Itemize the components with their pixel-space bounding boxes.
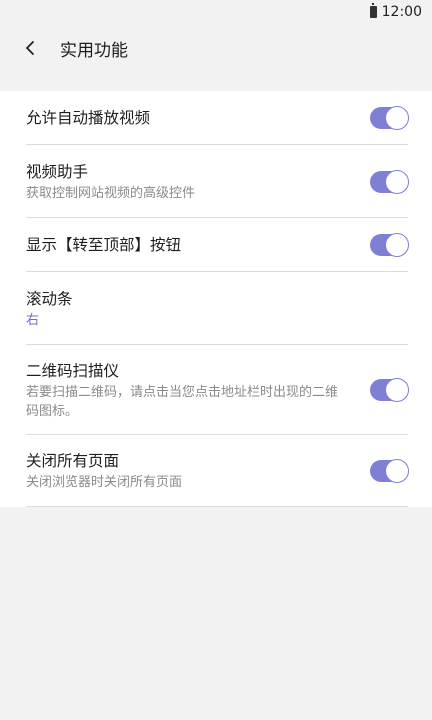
page-title: 实用功能: [60, 40, 128, 61]
toggle-knob: [385, 169, 409, 194]
chevron-left-icon: [26, 41, 34, 55]
status-time: 12:00: [381, 4, 422, 20]
setting-qr-scanner-subtitle: 若要扫描二维码，请点击当您点击地址栏时出现的二维码图标。: [26, 384, 339, 419]
setting-video-assistant-subtitle: 获取控制网站视频的高级控件: [26, 185, 196, 201]
battery-icon: [369, 3, 377, 18]
setting-scrollbar-title: 滚动条: [26, 289, 73, 308]
setting-close-all-pages-title: 关闭所有页面: [26, 452, 120, 470]
setting-back-to-top-title: 显示【转至顶部】按钮: [26, 236, 182, 254]
toggle-knob: [385, 378, 409, 402]
settings-list: 允许自动播放视频 视频助手 获取控制网站视频的高级控件 显示【转至顶部】按钮 滚…: [0, 91, 432, 507]
toggle-knob: [385, 106, 409, 130]
setting-autoplay[interactable]: 允许自动播放视频: [0, 91, 432, 145]
setting-back-to-top[interactable]: 显示【转至顶部】按钮: [0, 218, 432, 272]
toggle-knob: [385, 233, 409, 257]
app-header: 实用功能: [0, 24, 432, 72]
toggle-knob: [385, 459, 409, 483]
setting-video-assistant[interactable]: 视频助手 获取控制网站视频的高级控件: [0, 145, 432, 218]
setting-video-assistant-title: 视频助手: [26, 162, 89, 181]
setting-close-all-pages[interactable]: 关闭所有页面 关闭浏览器时关闭所有页面: [0, 435, 432, 507]
video-assistant-toggle[interactable]: [370, 169, 409, 194]
qr-scanner-toggle[interactable]: [370, 378, 409, 402]
status-bar: 12:00: [0, 0, 432, 24]
setting-qr-scanner-title: 二维码扫描仪: [26, 361, 120, 380]
setting-scrollbar-value: 右: [26, 312, 40, 328]
setting-close-all-pages-subtitle: 关闭浏览器时关闭所有页面: [26, 475, 183, 490]
setting-scrollbar[interactable]: 滚动条 右: [0, 272, 432, 345]
close-all-pages-toggle[interactable]: [370, 459, 409, 483]
setting-qr-scanner[interactable]: 二维码扫描仪 若要扫描二维码，请点击当您点击地址栏时出现的二维码图标。: [0, 345, 432, 435]
back-to-top-toggle[interactable]: [370, 233, 409, 257]
back-button[interactable]: [18, 36, 42, 60]
setting-autoplay-title: 允许自动播放视频: [26, 109, 151, 127]
autoplay-toggle[interactable]: [370, 106, 409, 130]
